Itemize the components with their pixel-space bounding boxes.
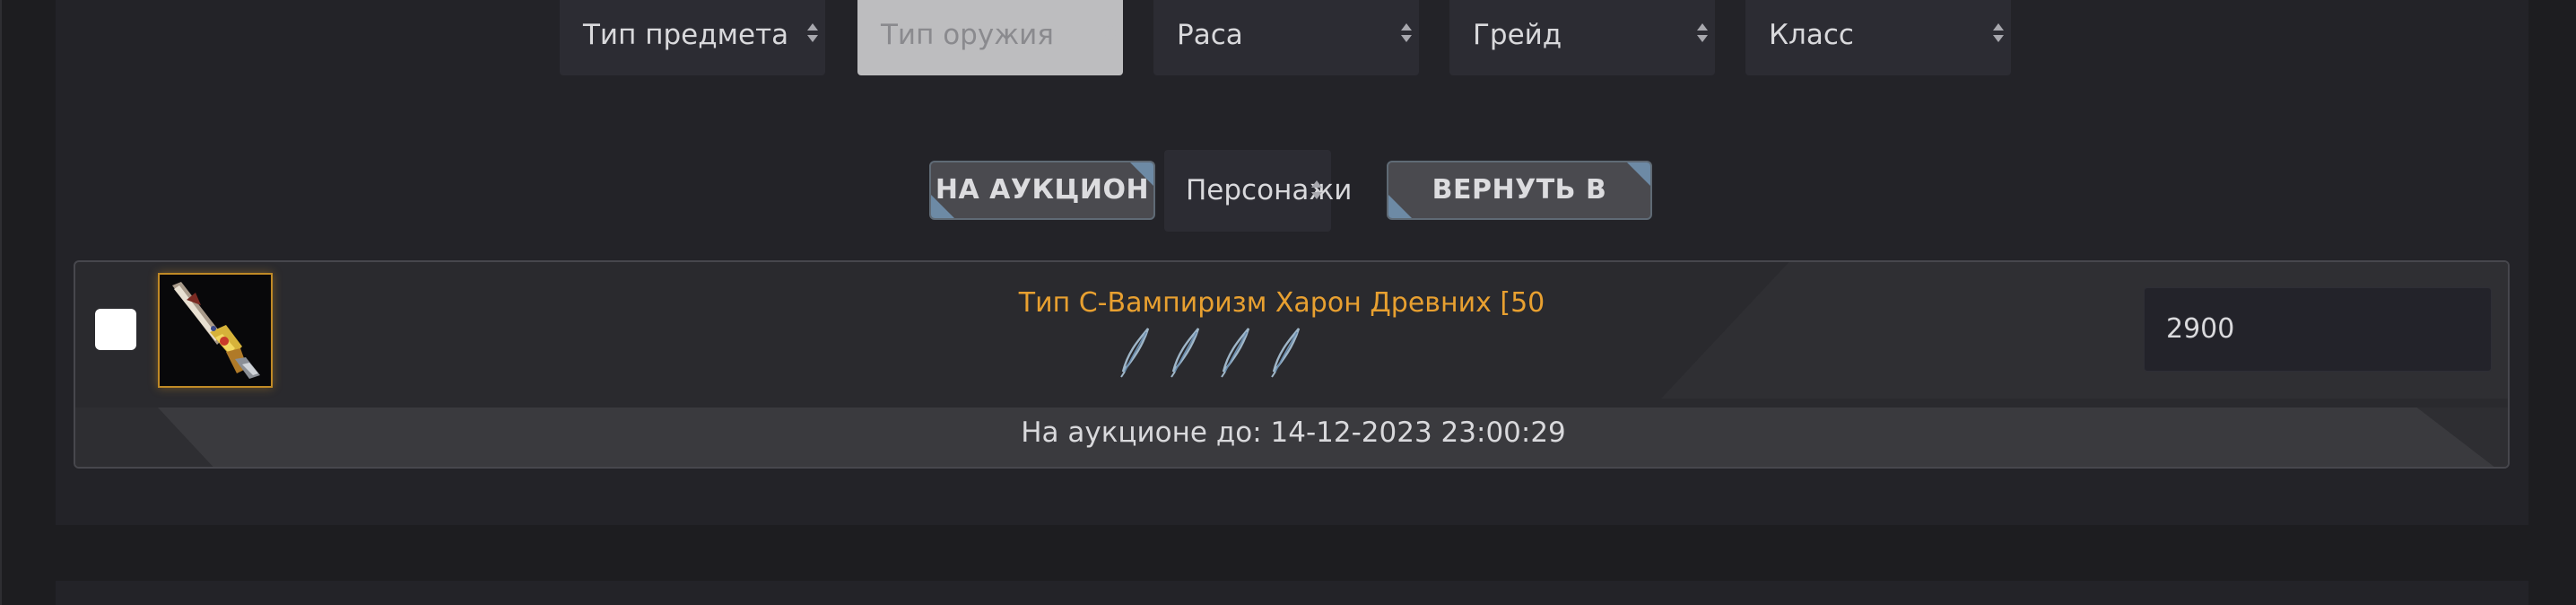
corner-accent — [1388, 195, 1412, 218]
grade-select[interactable]: Грейд — [1449, 0, 1715, 75]
left-border — [0, 0, 2, 605]
select-arrows-icon — [1105, 23, 1116, 45]
to-auction-button[interactable]: НА АУКЦИОН — [929, 161, 1155, 220]
item-name[interactable]: Тип C-Вампиризм Харон Древних [50 — [416, 287, 2147, 319]
to-auction-button-label: НА АУКЦИОН — [935, 174, 1150, 206]
return-to-game-button-label: ВЕРНУТЬ В ИГРУ — [1432, 174, 1607, 206]
item-type-select-label: Тип предмета — [583, 19, 789, 51]
auction-end-time: На аукционе до: 14-12-2023 23:00:29 — [1021, 416, 1566, 449]
race-select-label: Раса — [1177, 19, 1243, 51]
grade-select-label: Грейд — [1473, 19, 1562, 51]
select-arrows-icon — [1993, 23, 2004, 45]
enchant-feathers — [1116, 325, 1331, 379]
item-select-checkbox[interactable] — [95, 309, 136, 350]
feather-icon — [1271, 328, 1301, 378]
select-arrows-icon — [807, 23, 818, 45]
weapon-type-select-label: Тип оружия — [881, 19, 1054, 51]
weapon-item-icon[interactable] — [158, 273, 273, 388]
characters-select[interactable]: Персонажи — [1164, 150, 1352, 232]
weapon-type-select: Тип оружия — [857, 0, 1123, 75]
corner-accent — [1627, 162, 1650, 186]
select-arrows-icon — [1401, 23, 1412, 45]
auction-item-card: Тип C-Вампиризм Харон Древних [50 2900 Н… — [74, 260, 2510, 469]
class-select-label: Класс — [1769, 19, 1854, 51]
return-to-game-button[interactable]: ВЕРНУТЬ В ИГРУ — [1387, 161, 1652, 220]
next-panel — [56, 581, 2528, 605]
item-type-select[interactable]: Тип предмета — [560, 0, 825, 75]
feather-icon — [1171, 328, 1200, 378]
feather-icon — [1120, 328, 1150, 378]
feather-icon — [1221, 328, 1250, 378]
race-select[interactable]: Раса — [1153, 0, 1419, 75]
auction-page: Тип предмета Тип оружия Раса Грейд Класс… — [0, 0, 2576, 605]
characters-select-label: Персонажи — [1186, 174, 1353, 206]
price-input[interactable]: 2900 — [2144, 287, 2492, 372]
class-select[interactable]: Класс — [1745, 0, 2011, 75]
select-arrows-icon — [1697, 23, 1708, 45]
select-arrows-icon — [1311, 180, 1322, 202]
